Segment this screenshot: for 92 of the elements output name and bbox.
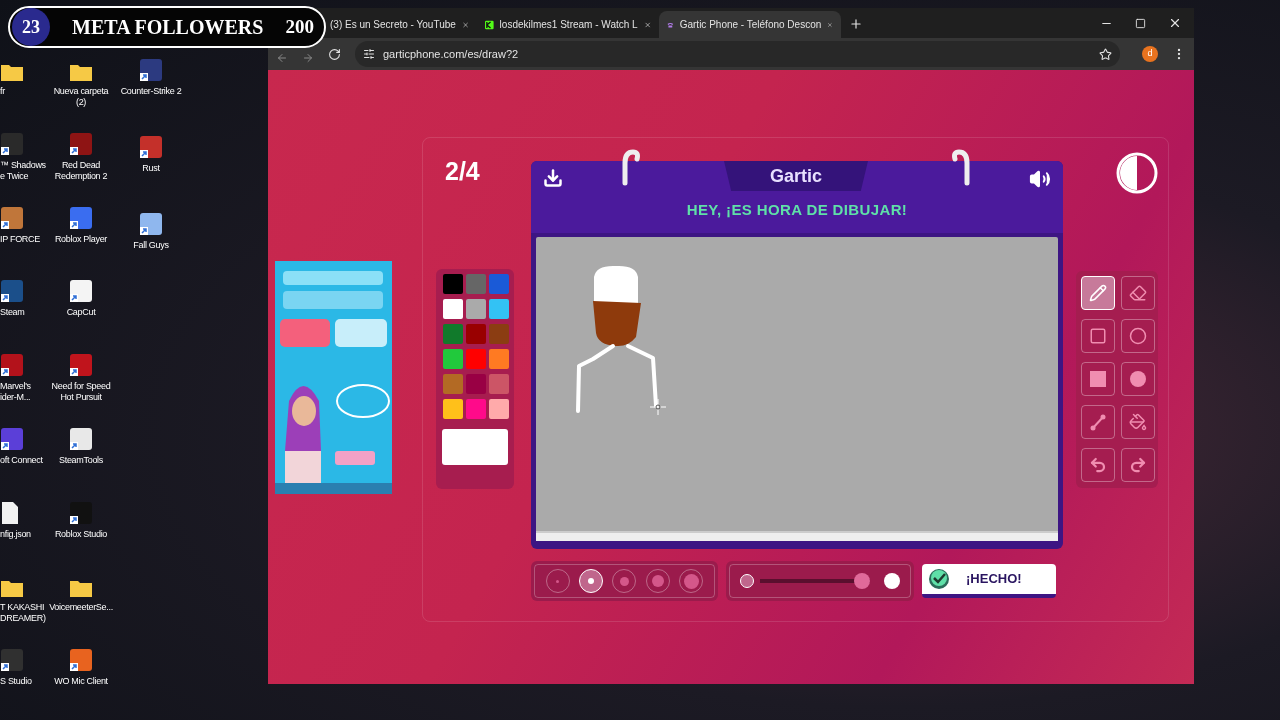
slider-thumb[interactable]: [854, 573, 870, 589]
ring-icon: [622, 149, 640, 186]
desktop-icon-label[interactable]: nfig.json: [0, 528, 31, 540]
browser-tab[interactable]: (3) Es un Secreto - YouTube: [322, 11, 477, 38]
desktop-icon-label[interactable]: Rust: [142, 163, 160, 174]
desktop-icon-label[interactable]: IP FORCE: [0, 233, 40, 245]
back-icon[interactable]: [276, 52, 288, 64]
desktop-icon-label[interactable]: Roblox Studio: [54, 528, 108, 540]
color-swatch[interactable]: [489, 374, 509, 394]
tool-button[interactable]: [1081, 448, 1115, 482]
color-swatch[interactable]: [443, 274, 463, 294]
circle-icon: [1129, 327, 1147, 345]
color-swatch[interactable]: [466, 299, 486, 319]
filled-square-icon: [1089, 370, 1107, 388]
color-swatch[interactable]: [466, 324, 486, 344]
drawing-prompt: HEY, ¡ES HORA DE DIBUJAR!: [685, 200, 909, 220]
folder-icon: [0, 62, 24, 82]
brush-size-option[interactable]: [579, 569, 604, 593]
tool-button[interactable]: [1121, 276, 1155, 310]
desktop-icon-label[interactable]: Marvel's ider-M...: [0, 381, 31, 404]
desktop-icon-label[interactable]: Roblox Player: [54, 233, 108, 245]
browser-tab[interactable]: Gartic Phone - Teléfono Descon: [659, 11, 841, 38]
eraser-icon: [1129, 284, 1147, 302]
color-swatch[interactable]: [489, 324, 509, 344]
folder-icon: [69, 578, 93, 599]
contrast-icon[interactable]: [1115, 151, 1159, 195]
download-icon[interactable]: [543, 168, 563, 188]
line-icon: [1089, 413, 1107, 431]
desktop-icon-label[interactable]: Need for Speed Hot Pursuit: [51, 381, 111, 404]
desktop-icon-label[interactable]: Red Dead Redemption 2: [54, 159, 108, 182]
close-window-icon[interactable]: [1168, 16, 1182, 30]
check-icon: [928, 568, 950, 590]
desktop-icon-label[interactable]: CapCut: [66, 307, 96, 319]
color-swatch[interactable]: [443, 324, 463, 344]
tool-button[interactable]: [1121, 362, 1155, 396]
square-icon: [1089, 327, 1107, 345]
color-swatch[interactable]: [489, 399, 509, 419]
desktop-icon-label[interactable]: SteamTools: [59, 454, 103, 466]
desktop-icon-label[interactable]: oft Connect: [0, 454, 43, 466]
desktop-icon-label[interactable]: Nueva carpeta (2): [53, 86, 109, 108]
tool-button[interactable]: [1121, 319, 1155, 353]
desktop-icon-label[interactable]: S Studio: [0, 676, 32, 688]
desktop-icon-label[interactable]: Steam: [0, 307, 25, 319]
redo-icon: [1129, 456, 1147, 474]
tool-button[interactable]: [1081, 362, 1115, 396]
color-swatch[interactable]: [489, 299, 509, 319]
tool-button[interactable]: [1121, 405, 1155, 439]
maximize-icon[interactable]: [1135, 17, 1146, 29]
color-swatch[interactable]: [489, 274, 509, 294]
tool-button[interactable]: [1081, 319, 1115, 353]
gartic-logo: Gartic: [724, 161, 868, 191]
file-icon: [0, 500, 20, 525]
round-counter: 2/4: [444, 156, 481, 186]
desktop-icon-label[interactable]: Fall Guys: [133, 240, 169, 251]
color-swatch[interactable]: [443, 374, 463, 394]
tool-button[interactable]: [1081, 276, 1115, 310]
tool-button[interactable]: [1121, 448, 1155, 482]
color-swatch[interactable]: [443, 299, 463, 319]
follower-goal: 200: [285, 14, 314, 39]
color-swatch[interactable]: [466, 349, 486, 369]
counter-title: META FOLLOWERS: [71, 15, 265, 40]
bookmark-icon[interactable]: [1099, 47, 1112, 61]
pencil-icon: [1089, 284, 1107, 302]
done-button[interactable]: ¡HECHO!: [922, 564, 1056, 598]
ring-icon: [952, 149, 970, 186]
desktop-icon-label[interactable]: T KAKASHI DREAMER): [0, 602, 46, 625]
undo-icon: [1089, 456, 1107, 474]
crosshair-cursor-icon: [650, 399, 666, 415]
site-info-icon[interactable]: [363, 48, 375, 60]
desktop-icon-label[interactable]: WO Mic Client: [54, 676, 108, 688]
folder-icon: [69, 62, 93, 82]
desktop-icon-label[interactable]: VoicemeeterSe...: [49, 602, 113, 614]
paint-bucket-icon: [1129, 413, 1147, 431]
browser-tab[interactable]: losdekilmes1 Stream - Watch L: [477, 11, 659, 38]
color-swatch[interactable]: [466, 274, 486, 294]
filled-circle-icon: [1129, 370, 1147, 388]
color-swatch[interactable]: [489, 349, 509, 369]
follower-count-badge: 23: [12, 8, 50, 46]
desktop-icon-label[interactable]: ™ Shadows e Twice: [0, 159, 46, 182]
reload-icon[interactable]: [328, 47, 341, 61]
tool-button[interactable]: [1081, 405, 1115, 439]
color-swatch[interactable]: [466, 399, 486, 419]
forward-icon[interactable]: [302, 52, 314, 64]
color-swatch[interactable]: [443, 399, 463, 419]
folder-icon: [0, 578, 24, 599]
color-swatch[interactable]: [466, 374, 486, 394]
desktop-icon-label[interactable]: fr: [0, 86, 5, 97]
address-bar[interactable]: garticphone.com/es/draw?2: [355, 41, 1120, 67]
speaker-icon[interactable]: [1029, 168, 1051, 190]
desktop-icon-label[interactable]: Counter-Strike 2: [120, 86, 182, 97]
color-swatch[interactable]: [443, 349, 463, 369]
new-tab-icon[interactable]: [849, 17, 863, 31]
